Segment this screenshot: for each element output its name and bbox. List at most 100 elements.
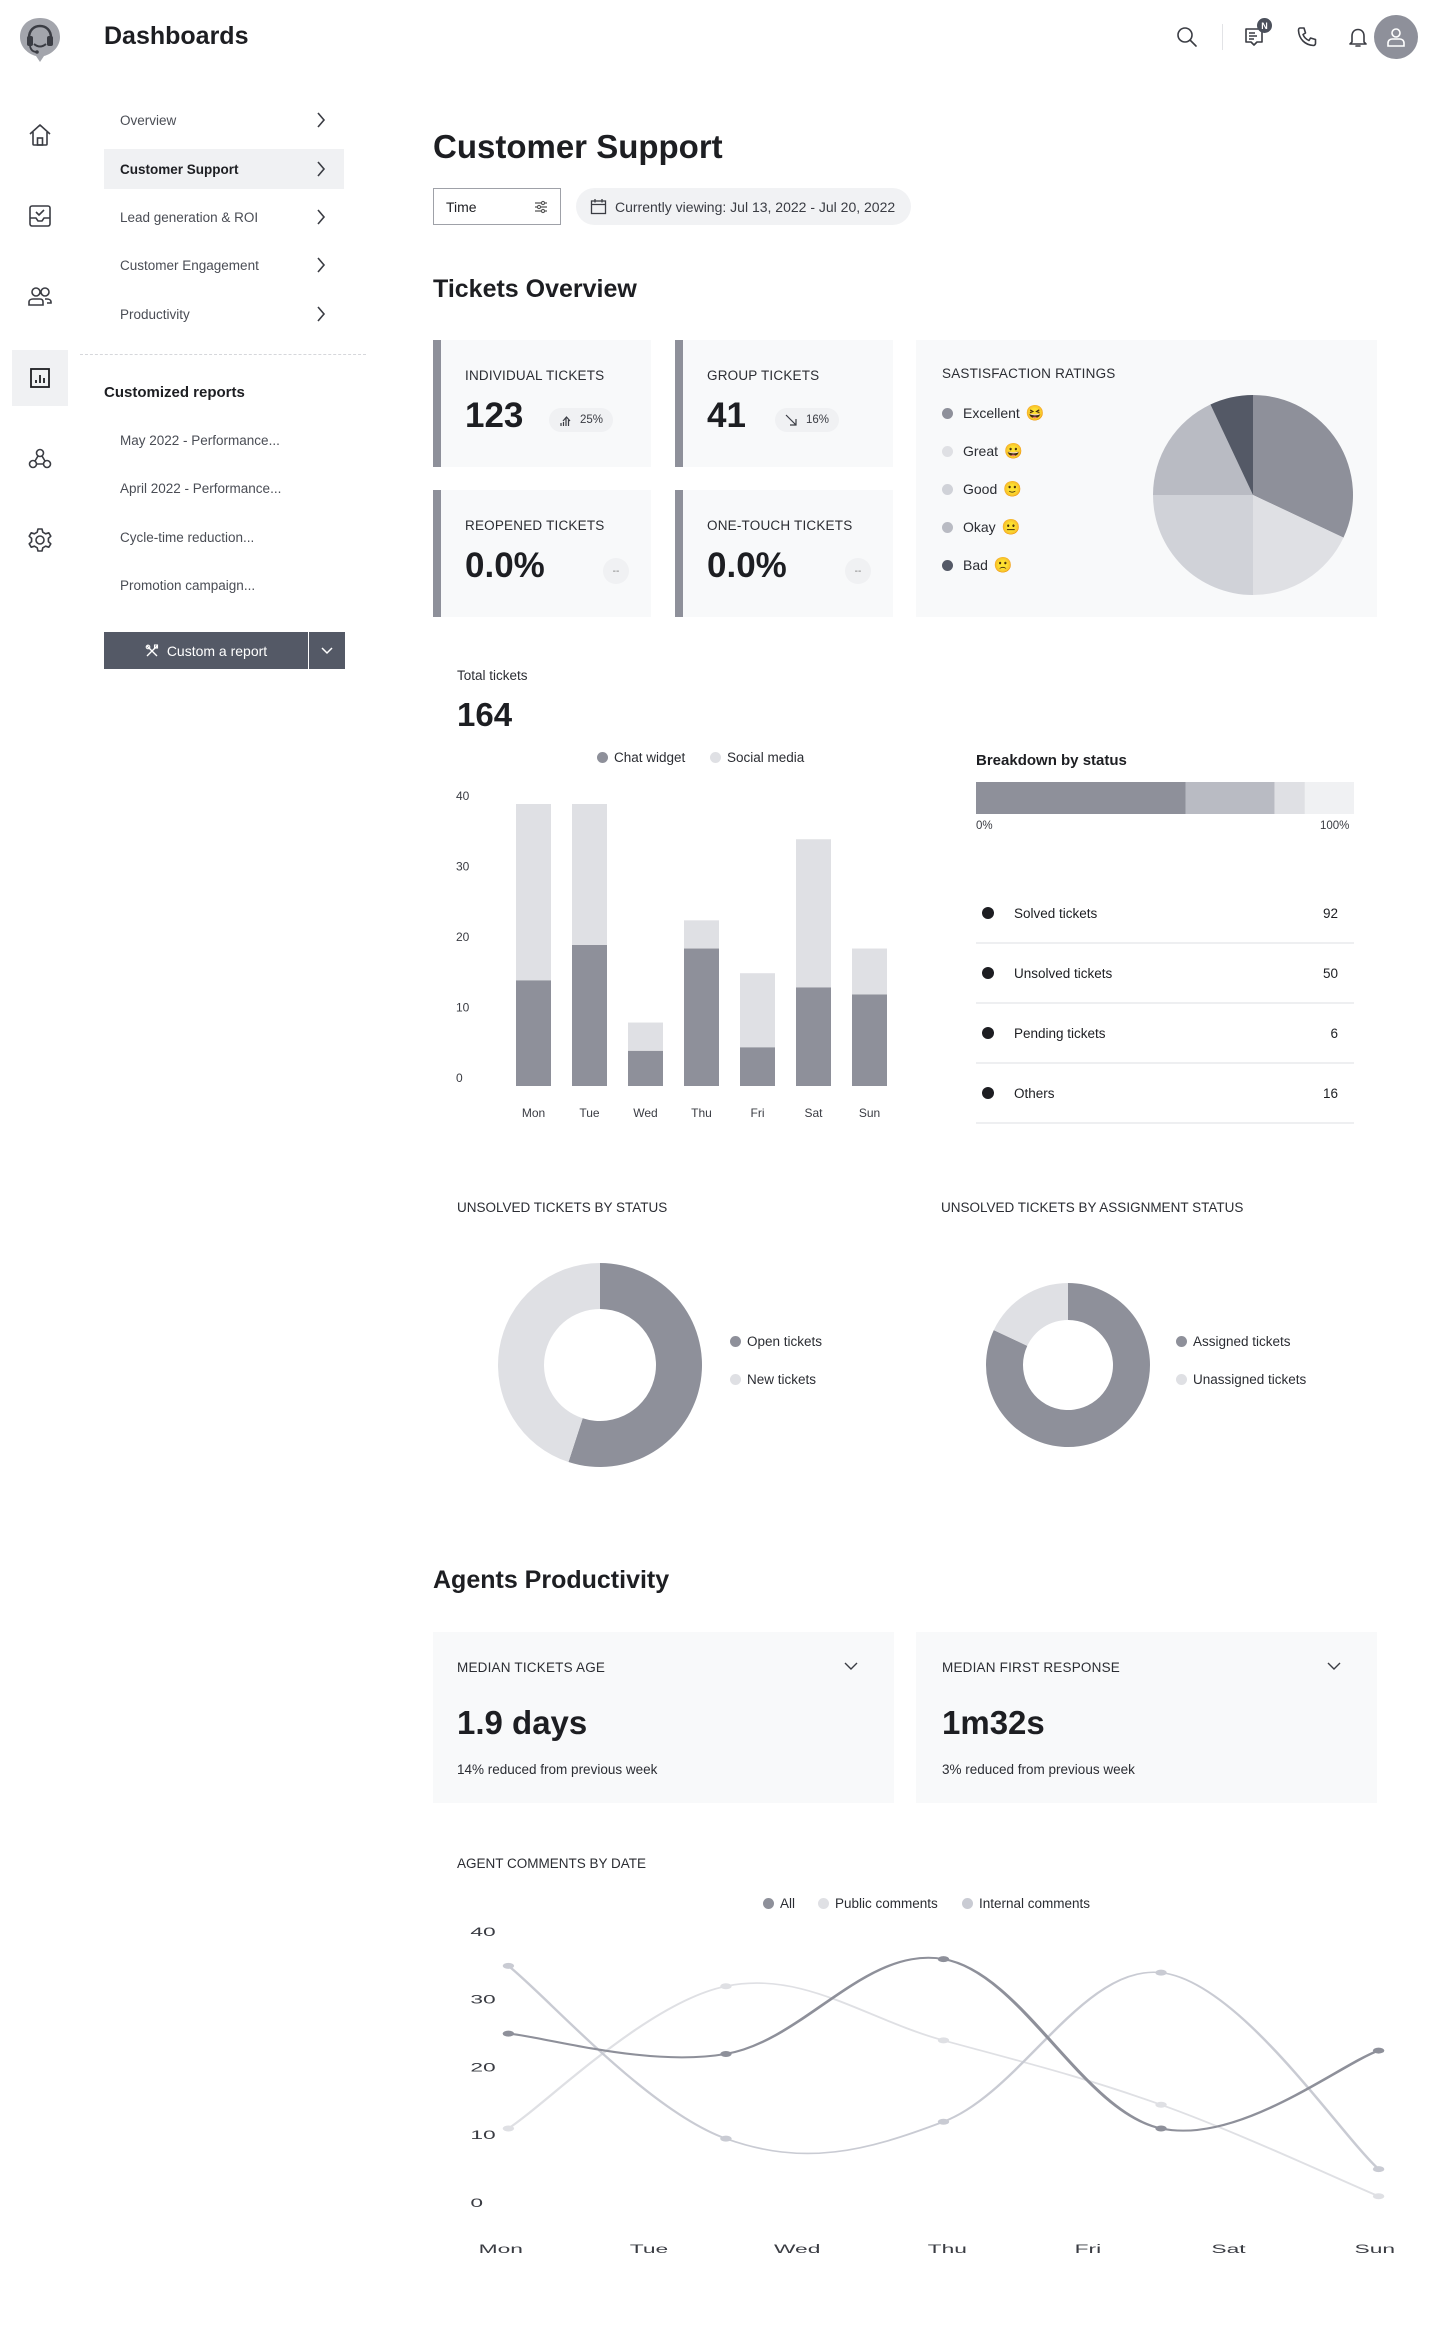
bar-thu-social-media[interactable] [684,920,719,949]
custom-report-dropdown[interactable] [309,632,345,669]
rail-reports[interactable] [12,350,68,406]
line-point-public-comments[interactable] [1155,2101,1167,2108]
chevron-down-icon[interactable] [1327,1662,1341,1671]
line-point-public-comments[interactable] [1372,2193,1385,2200]
y-tick-label: 20 [456,930,470,944]
legend-label: Excellent [963,405,1020,421]
breakdown-segment-unsolved-tickets[interactable] [1185,782,1275,814]
messages-button[interactable]: N [1240,18,1272,52]
line-point-internal-comments[interactable] [720,2135,732,2142]
x-tick-label: Sun [859,1106,880,1120]
bar-wed-chat-widget[interactable] [628,1050,663,1086]
rail-home[interactable] [12,107,68,163]
stat-card-individual: Individual tickets 123 25% [433,340,651,467]
bar-fri-social-media[interactable] [740,973,775,1048]
bar-mon-chat-widget[interactable] [516,980,551,1086]
metric-card-tickets-age: Median tickets age 1.9 days 14% reduced … [433,1632,894,1803]
user-avatar[interactable] [1374,15,1418,59]
bar-sun-social-media[interactable] [852,948,887,995]
bar-fri-chat-widget[interactable] [740,1047,775,1086]
emoji-icon: 😐 [1001,519,1021,536]
sidebar-item-overview[interactable]: Overview [104,100,344,140]
rail-users[interactable] [12,269,68,325]
metric-label: Median tickets age [457,1660,606,1675]
bar-thu-chat-widget[interactable] [684,948,719,1086]
sidebar-item-customer-support[interactable]: Customer Support [104,149,344,189]
breakdown-segment-solved-tickets[interactable] [976,782,1186,814]
breakdown-segment-pending-tickets[interactable] [1274,782,1305,814]
line-point-internal-comments[interactable] [1155,1969,1167,1976]
report-chart-icon [30,368,50,388]
bar-tue-chat-widget[interactable] [572,945,607,1086]
line-point-internal-comments[interactable] [937,2118,950,2125]
stat-label: One-touch tickets [707,518,853,533]
pie-slice-good[interactable] [1153,495,1253,595]
stat-value: 41 [707,396,746,435]
rail-inbox[interactable] [12,188,68,244]
x-tick-label: Mon [522,1106,545,1120]
rail-settings[interactable] [12,512,68,568]
bell-icon [1349,28,1367,47]
date-range-text: Currently viewing: Jul 13, 2022 - Jul 20… [615,198,896,215]
notifications-button[interactable] [1343,22,1373,52]
y-tick-label: 30 [470,1993,495,2006]
sidebar-item-label: Lead generation & ROI [120,209,259,225]
custom-report-label: Custom a report [166,642,268,659]
calendar-icon [590,199,607,215]
legend-dot [942,483,953,495]
search-button[interactable] [1172,22,1202,52]
bar-tue-social-media[interactable] [572,804,607,945]
line-all[interactable] [508,1956,1380,2132]
line-point-public-comments[interactable] [937,2037,950,2044]
line-point-all[interactable] [502,2030,515,2037]
sidebar-item-label: Overview [120,112,177,128]
trend-value: 25% [580,414,604,426]
unsolved-assignment-title: UNSOLVED TICKETS BY ASSIGNMENT STATUS [941,1200,1244,1215]
bar-sun-chat-widget[interactable] [852,994,887,1086]
status-bullet [982,1087,994,1099]
chevron-down-icon[interactable] [844,1662,858,1671]
legend-label: Great [963,443,999,459]
settings-icon [28,528,52,552]
line-point-all[interactable] [937,1956,950,1963]
app-logo[interactable] [18,16,62,64]
legend-item: Good 🙂 [942,480,1022,498]
stat-label: Individual tickets [465,368,605,383]
line-public-comments[interactable] [507,1982,1380,2197]
metric-value: 1.9 days [457,1704,588,1741]
customized-report-item[interactable]: Promotion campaign... [120,578,255,593]
line-point-public-comments[interactable] [720,1983,732,1990]
legend-label: Public comments [835,1896,938,1911]
legend-dot [942,559,953,571]
time-filter[interactable]: Time [433,188,561,225]
custom-report-button[interactable]: Custom a report [104,632,308,669]
bar-sat-social-media[interactable] [796,839,831,988]
inbox-check-icon [29,205,51,227]
line-point-public-comments[interactable] [502,2125,515,2132]
chevron-right-icon [317,257,326,273]
legend-dot [942,407,953,419]
sidebar-item-customer-engagement[interactable]: Customer Engagement [104,245,344,285]
phone-button[interactable] [1292,22,1322,52]
sidebar-item-productivity[interactable]: Productivity [104,294,344,334]
search-icon [1177,27,1197,47]
line-point-all[interactable] [720,2050,732,2057]
bar-mon-social-media[interactable] [516,804,551,981]
customized-report-item[interactable]: May 2022 - Performance... [120,433,280,448]
breakdown-segment-others[interactable] [1304,782,1354,814]
bar-wed-social-media[interactable] [628,1022,663,1051]
date-range-pill[interactable]: Currently viewing: Jul 13, 2022 - Jul 20… [576,188,912,225]
line-point-internal-comments[interactable] [502,1962,515,1969]
metric-note: 14% reduced from previous week [457,1762,658,1777]
line-point-all[interactable] [1372,2047,1385,2054]
status-value: 6 [1330,1025,1338,1041]
customized-report-item[interactable]: Cycle-time reduction... [120,530,254,545]
rail-integrations[interactable] [12,431,68,487]
line-point-all[interactable] [1155,2125,1167,2132]
bar-sat-chat-widget[interactable] [796,987,831,1086]
sidebar-item-lead-generation-roi[interactable]: Lead generation & ROI [104,197,344,237]
metric-note: 3% reduced from previous week [942,1762,1135,1777]
customized-report-item[interactable]: April 2022 - Performance... [120,481,281,496]
line-point-internal-comments[interactable] [1372,2166,1385,2173]
emoji-icon: 😆 [1025,405,1045,422]
